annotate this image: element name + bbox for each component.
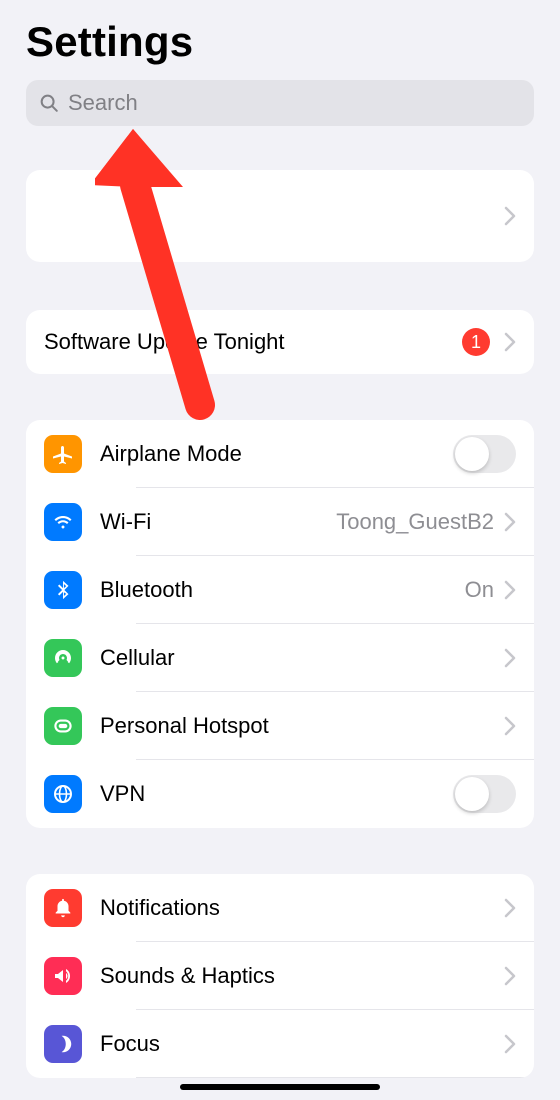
wifi-value: Toong_GuestB2: [336, 509, 494, 535]
chevron-right-icon: [504, 512, 516, 532]
sounds-row[interactable]: Sounds & Haptics: [26, 942, 534, 1010]
chevron-right-icon: [504, 206, 516, 226]
airplane-toggle[interactable]: [453, 435, 516, 473]
chevron-right-icon: [504, 332, 516, 352]
chevron-right-icon: [504, 580, 516, 600]
update-group: Software Update Tonight 1: [26, 310, 534, 374]
toggle-knob: [455, 777, 489, 811]
notifications-label: Notifications: [100, 895, 504, 921]
home-indicator[interactable]: [180, 1084, 380, 1090]
bluetooth-value: On: [465, 577, 494, 603]
header: Settings: [0, 0, 560, 76]
cellular-label: Cellular: [100, 645, 504, 671]
wifi-label: Wi-Fi: [100, 509, 336, 535]
update-badge: 1: [462, 328, 490, 356]
search-bar[interactable]: [26, 80, 534, 126]
cellular-row[interactable]: Cellular: [26, 624, 534, 692]
vpn-label: VPN: [100, 781, 453, 807]
hotspot-label: Personal Hotspot: [100, 713, 504, 739]
focus-icon: [44, 1025, 82, 1063]
chevron-right-icon: [504, 1034, 516, 1054]
bluetooth-label: Bluetooth: [100, 577, 465, 603]
bluetooth-row[interactable]: Bluetooth On: [26, 556, 534, 624]
search-icon: [38, 92, 60, 114]
focus-label: Focus: [100, 1031, 504, 1057]
notifications-icon: [44, 889, 82, 927]
account-group: [26, 170, 534, 262]
connectivity-group: Airplane Mode Wi-Fi Toong_GuestB2 Blueto…: [26, 420, 534, 828]
wifi-row[interactable]: Wi-Fi Toong_GuestB2: [26, 488, 534, 556]
bluetooth-icon: [44, 571, 82, 609]
hotspot-row[interactable]: Personal Hotspot: [26, 692, 534, 760]
page-title: Settings: [26, 18, 534, 66]
software-update-row[interactable]: Software Update Tonight 1: [26, 310, 534, 374]
account-row[interactable]: [26, 170, 534, 262]
vpn-toggle[interactable]: [453, 775, 516, 813]
cellular-icon: [44, 639, 82, 677]
wifi-icon: [44, 503, 82, 541]
sounds-label: Sounds & Haptics: [100, 963, 504, 989]
search-input[interactable]: [68, 90, 522, 116]
vpn-icon: [44, 775, 82, 813]
vpn-row[interactable]: VPN: [26, 760, 534, 828]
sounds-icon: [44, 957, 82, 995]
notifications-row[interactable]: Notifications: [26, 874, 534, 942]
chevron-right-icon: [504, 898, 516, 918]
system-group: Notifications Sounds & Haptics Focus: [26, 874, 534, 1078]
hotspot-icon: [44, 707, 82, 745]
airplane-label: Airplane Mode: [100, 441, 453, 467]
toggle-knob: [455, 437, 489, 471]
airplane-mode-row[interactable]: Airplane Mode: [26, 420, 534, 488]
focus-row[interactable]: Focus: [26, 1010, 534, 1078]
airplane-icon: [44, 435, 82, 473]
chevron-right-icon: [504, 966, 516, 986]
chevron-right-icon: [504, 716, 516, 736]
software-update-label: Software Update Tonight: [44, 329, 462, 355]
chevron-right-icon: [504, 648, 516, 668]
